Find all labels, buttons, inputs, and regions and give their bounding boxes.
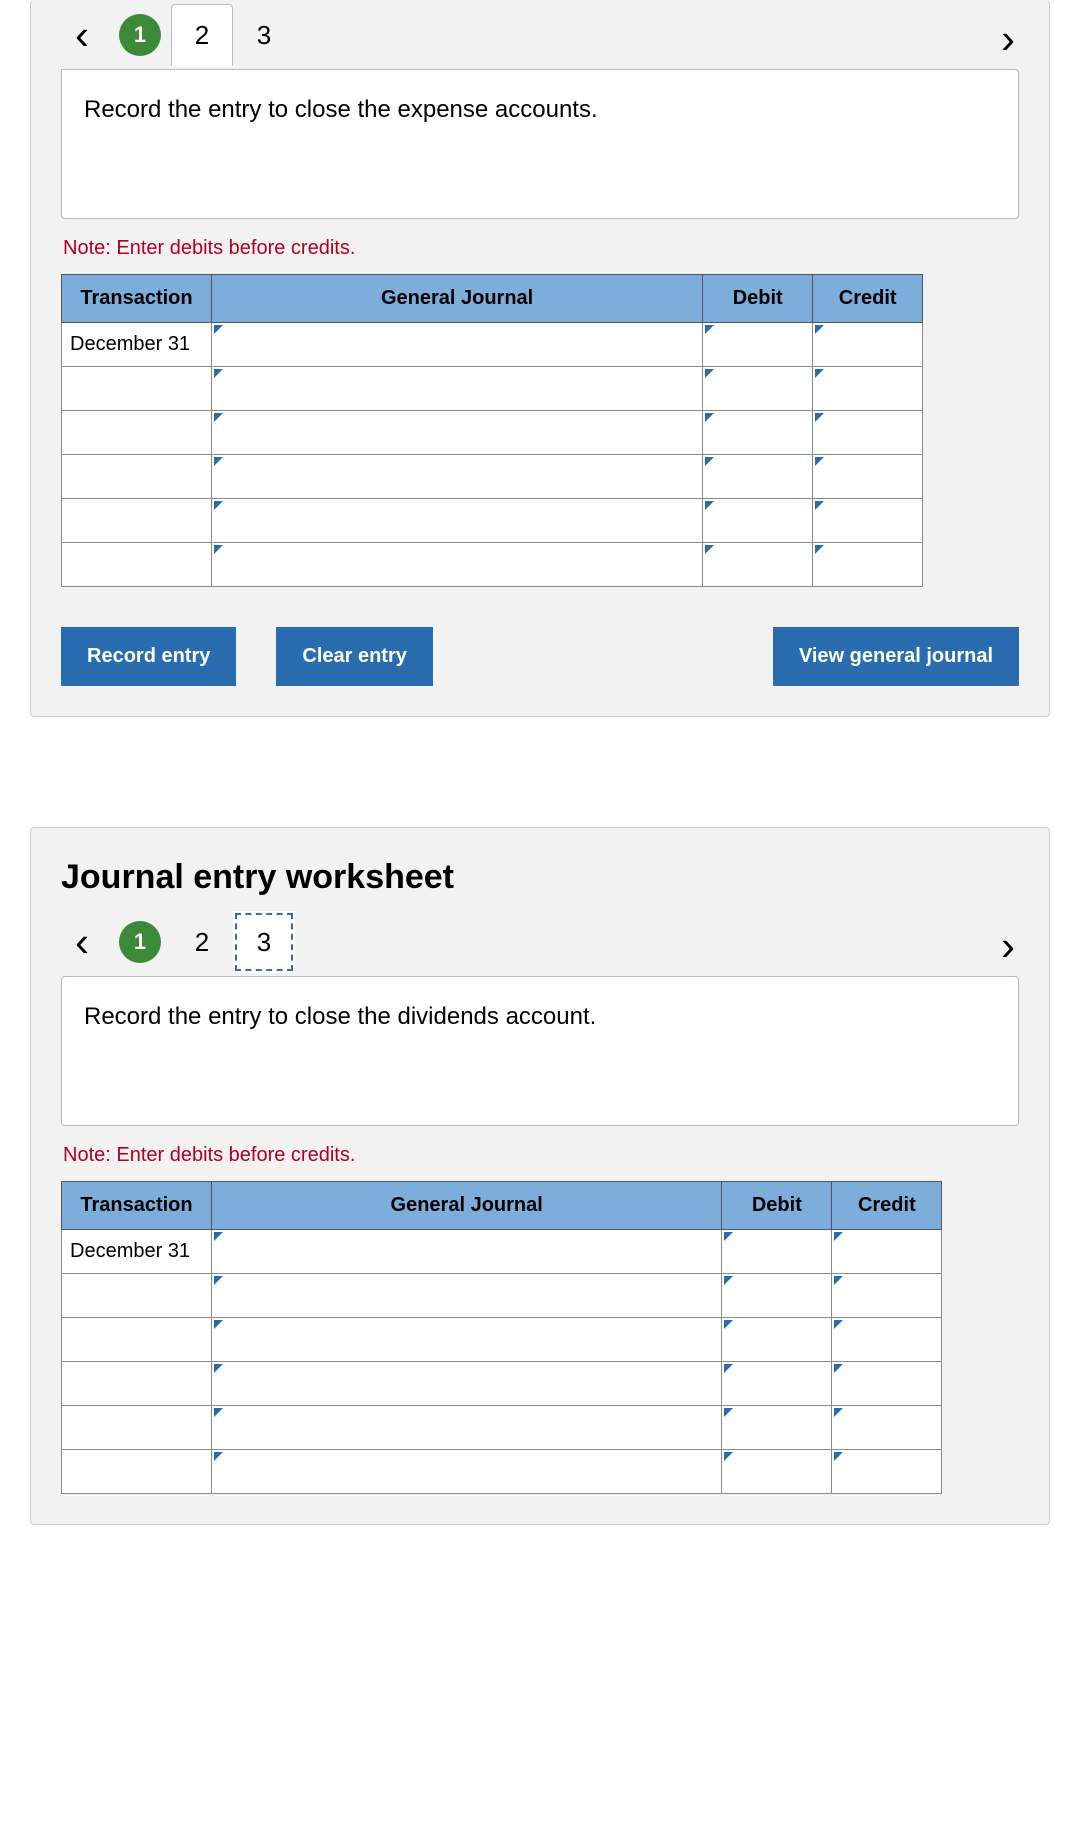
instruction-text: Record the entry to close the expense ac… (84, 96, 598, 123)
prev-step-chevron-icon[interactable]: ‹ (61, 915, 103, 969)
general-journal-cell[interactable] (212, 543, 703, 587)
transaction-cell (62, 1362, 212, 1406)
clear-entry-button[interactable]: Clear entry (276, 627, 433, 686)
step-3[interactable]: 3 (233, 4, 295, 66)
credit-cell[interactable] (813, 499, 923, 543)
worksheet-panel-step3: Journal entry worksheet ‹ 1 2 3 › Record… (30, 827, 1050, 1525)
col-header-general-journal: General Journal (212, 1182, 722, 1230)
debit-cell[interactable] (722, 1230, 832, 1274)
step-1[interactable]: 1 (109, 4, 171, 66)
step-2[interactable]: 2 (171, 911, 233, 973)
general-journal-cell[interactable] (212, 1274, 722, 1318)
step-3-label: 3 (257, 20, 271, 51)
general-journal-cell[interactable] (212, 1362, 722, 1406)
credit-cell[interactable] (813, 411, 923, 455)
step-3[interactable]: 3 (233, 911, 295, 973)
instruction-box: Record the entry to close the expense ac… (61, 69, 1019, 219)
step-3-label: 3 (257, 927, 271, 958)
transaction-cell (62, 411, 212, 455)
instruction-box: Record the entry to close the dividends … (61, 976, 1019, 1126)
step-2[interactable]: 2 (171, 4, 233, 66)
credit-cell[interactable] (813, 543, 923, 587)
step-nav: ‹ 1 2 3 › (61, 0, 1019, 70)
credit-cell[interactable] (832, 1450, 942, 1494)
general-journal-cell[interactable] (212, 1230, 722, 1274)
general-journal-cell[interactable] (212, 367, 703, 411)
view-general-journal-button[interactable]: View general journal (773, 627, 1019, 686)
transaction-cell (62, 1406, 212, 1450)
col-header-credit: Credit (813, 275, 923, 323)
step-1[interactable]: 1 (109, 911, 171, 973)
debit-cell[interactable] (722, 1274, 832, 1318)
next-step-chevron-icon[interactable]: › (987, 12, 1029, 66)
record-entry-button[interactable]: Record entry (61, 627, 236, 686)
step-nav: ‹ 1 2 3 › (61, 907, 1019, 977)
col-header-transaction: Transaction (62, 1182, 212, 1230)
credit-cell[interactable] (832, 1274, 942, 1318)
transaction-cell (62, 543, 212, 587)
transaction-cell (62, 1318, 212, 1362)
debit-cell[interactable] (703, 367, 813, 411)
transaction-cell: December 31 (62, 1230, 212, 1274)
transaction-cell (62, 455, 212, 499)
debit-cell[interactable] (703, 455, 813, 499)
general-journal-cell[interactable] (212, 1318, 722, 1362)
credit-cell[interactable] (832, 1230, 942, 1274)
general-journal-cell[interactable] (212, 323, 703, 367)
debit-cell[interactable] (703, 411, 813, 455)
journal-table: Transaction General Journal Debit Credit… (61, 274, 923, 587)
col-header-credit: Credit (832, 1182, 942, 1230)
debit-cell[interactable] (703, 499, 813, 543)
general-journal-cell[interactable] (212, 1406, 722, 1450)
worksheet-title: Journal entry worksheet (61, 828, 1019, 907)
transaction-cell (62, 1274, 212, 1318)
debit-cell[interactable] (703, 323, 813, 367)
debit-cell[interactable] (703, 543, 813, 587)
step-2-label: 2 (195, 927, 209, 958)
step-2-label: 2 (195, 20, 209, 51)
col-header-debit: Debit (703, 275, 813, 323)
debit-cell[interactable] (722, 1450, 832, 1494)
transaction-cell: December 31 (62, 323, 212, 367)
note-text: Note: Enter debits before credits. (61, 219, 1019, 274)
col-header-general-journal: General Journal (212, 275, 703, 323)
transaction-cell (62, 367, 212, 411)
credit-cell[interactable] (832, 1318, 942, 1362)
journal-table: Transaction General Journal Debit Credit… (61, 1181, 942, 1494)
credit-cell[interactable] (832, 1406, 942, 1450)
debit-cell[interactable] (722, 1362, 832, 1406)
col-header-transaction: Transaction (62, 275, 212, 323)
col-header-debit: Debit (722, 1182, 832, 1230)
general-journal-cell[interactable] (212, 455, 703, 499)
transaction-cell (62, 1450, 212, 1494)
button-row: Record entry Clear entry View general jo… (61, 587, 1019, 686)
worksheet-panel-step2: ‹ 1 2 3 › Record the entry to close the … (30, 0, 1050, 717)
general-journal-cell[interactable] (212, 499, 703, 543)
general-journal-cell[interactable] (212, 411, 703, 455)
step-1-circle: 1 (119, 921, 161, 963)
debit-cell[interactable] (722, 1406, 832, 1450)
transaction-cell (62, 499, 212, 543)
step-1-circle: 1 (119, 14, 161, 56)
credit-cell[interactable] (813, 367, 923, 411)
credit-cell[interactable] (813, 323, 923, 367)
credit-cell[interactable] (813, 455, 923, 499)
prev-step-chevron-icon[interactable]: ‹ (61, 8, 103, 62)
note-text: Note: Enter debits before credits. (61, 1126, 1019, 1181)
general-journal-cell[interactable] (212, 1450, 722, 1494)
debit-cell[interactable] (722, 1318, 832, 1362)
next-step-chevron-icon[interactable]: › (987, 919, 1029, 973)
credit-cell[interactable] (832, 1362, 942, 1406)
instruction-text: Record the entry to close the dividends … (84, 1003, 596, 1030)
